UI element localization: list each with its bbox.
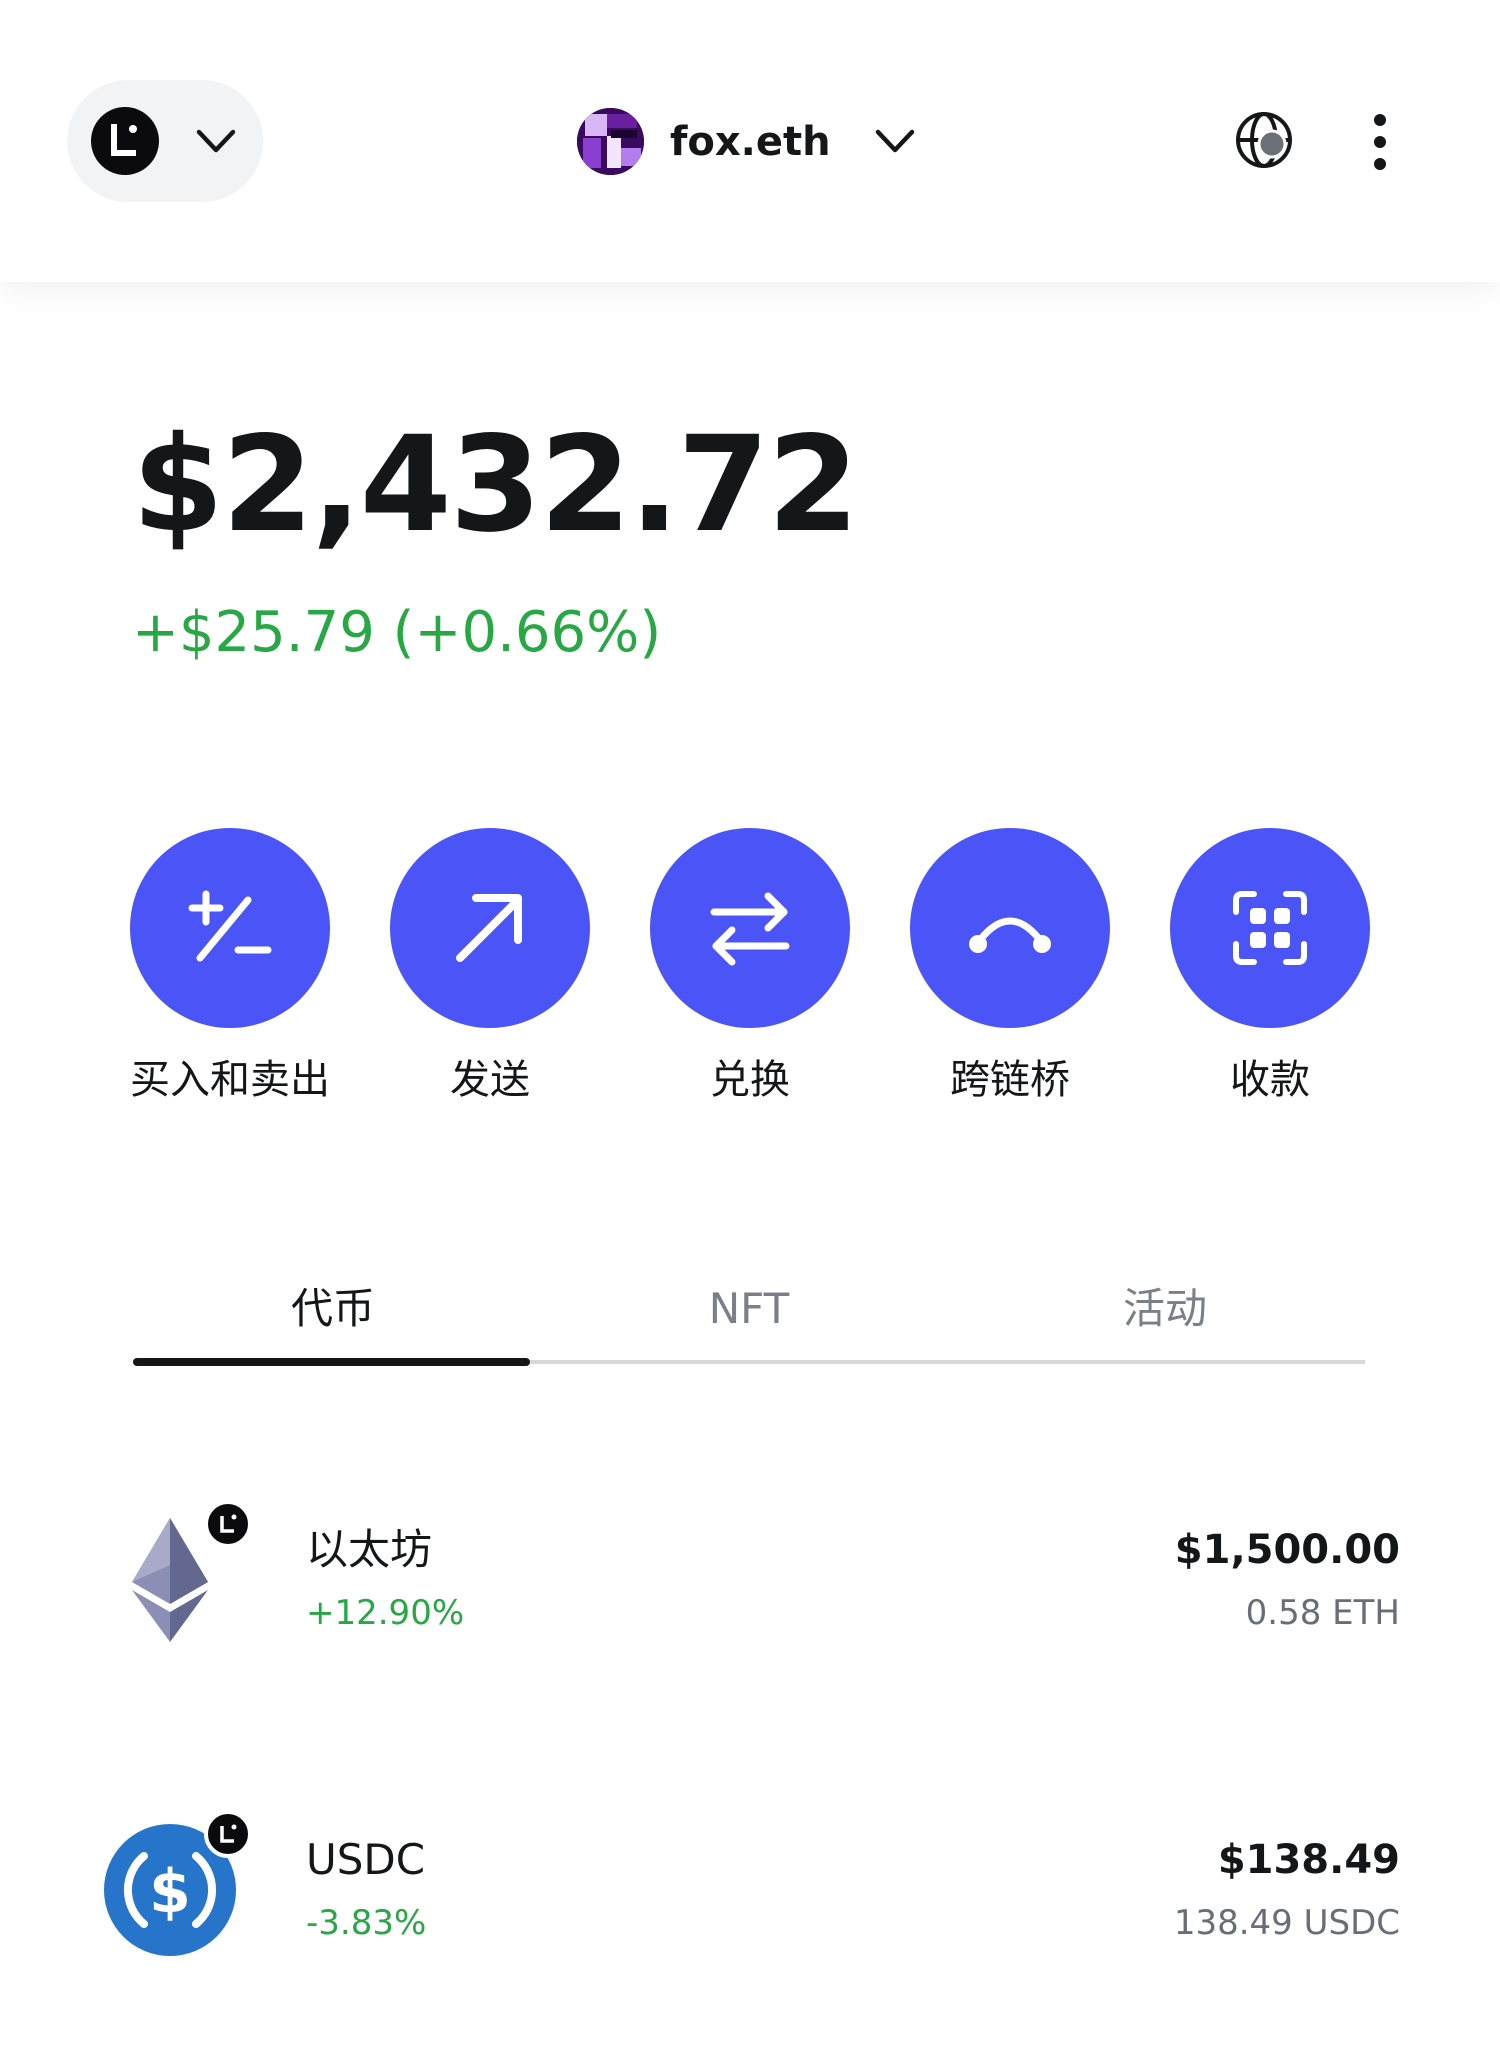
swap-button[interactable]: 兑换 bbox=[620, 828, 880, 1118]
tab-nft[interactable]: NFT bbox=[549, 1264, 949, 1354]
token-amount: 0.58 ETH bbox=[1245, 1593, 1400, 1633]
asset-tabs: 代币 NFT 活动 bbox=[133, 1264, 1365, 1374]
more-vertical-icon[interactable] bbox=[1360, 112, 1400, 172]
wallet-header: fox.eth bbox=[0, 0, 1500, 282]
token-amount: 138.49 USDC bbox=[1173, 1903, 1400, 1943]
token-change: -3.83% bbox=[306, 1903, 427, 1943]
account-avatar-icon[interactable] bbox=[577, 108, 644, 175]
chevron-down-icon bbox=[196, 129, 236, 153]
token-change: +12.90% bbox=[306, 1593, 465, 1633]
token-name: 以太坊 bbox=[306, 1525, 433, 1574]
bridge-icon bbox=[969, 917, 1051, 953]
total-balance: $2,432.72 bbox=[132, 408, 859, 562]
tab-active-indicator bbox=[133, 1358, 530, 1366]
account-chevron-down-icon[interactable] bbox=[874, 124, 916, 158]
account-name[interactable]: fox.eth bbox=[670, 112, 831, 172]
arrow-up-right-icon bbox=[456, 894, 522, 962]
receive-button[interactable]: 收款 bbox=[1140, 828, 1400, 1118]
swap-circle[interactable] bbox=[650, 828, 850, 1028]
bridge-circle[interactable] bbox=[910, 828, 1110, 1028]
send-label: 发送 bbox=[450, 1057, 530, 1103]
svg-text:$: $ bbox=[149, 1857, 191, 1927]
token-row-usdc[interactable]: $ USDC -3.83% $138.49 138.49 USDC bbox=[100, 1800, 1400, 1970]
tab-activity[interactable]: 活动 bbox=[965, 1264, 1365, 1354]
balance-change: +$25.79 (+0.66%) bbox=[132, 600, 662, 665]
network-selector[interactable] bbox=[67, 80, 263, 202]
linea-badge-icon bbox=[204, 1810, 252, 1858]
buy-sell-button[interactable]: 买入和卖出 bbox=[100, 828, 360, 1118]
send-circle[interactable] bbox=[390, 828, 590, 1028]
plus-minus-icon bbox=[188, 890, 272, 962]
bridge-button[interactable]: 跨链桥 bbox=[880, 828, 1140, 1118]
bridge-label: 跨链桥 bbox=[950, 1057, 1070, 1103]
token-fiat-value: $1,500.00 bbox=[1174, 1527, 1400, 1573]
send-button[interactable]: 发送 bbox=[360, 828, 620, 1118]
buy-sell-label: 买入和卖出 bbox=[130, 1057, 330, 1103]
token-name: USDC bbox=[306, 1835, 426, 1884]
globe-icon[interactable] bbox=[1234, 110, 1294, 170]
receive-circle[interactable] bbox=[1170, 828, 1370, 1028]
linea-badge-icon bbox=[204, 1500, 252, 1548]
token-row-eth[interactable]: 以太坊 +12.90% $1,500.00 0.58 ETH bbox=[100, 1490, 1400, 1660]
swap-label: 兑换 bbox=[710, 1057, 790, 1103]
buy-sell-circle[interactable] bbox=[130, 828, 330, 1028]
qr-scan-icon bbox=[1233, 891, 1307, 965]
tab-tokens[interactable]: 代币 bbox=[133, 1264, 533, 1354]
receive-label: 收款 bbox=[1230, 1057, 1310, 1103]
linea-logo-icon bbox=[91, 107, 159, 175]
swap-arrows-icon bbox=[710, 892, 790, 966]
token-fiat-value: $138.49 bbox=[1217, 1837, 1400, 1883]
